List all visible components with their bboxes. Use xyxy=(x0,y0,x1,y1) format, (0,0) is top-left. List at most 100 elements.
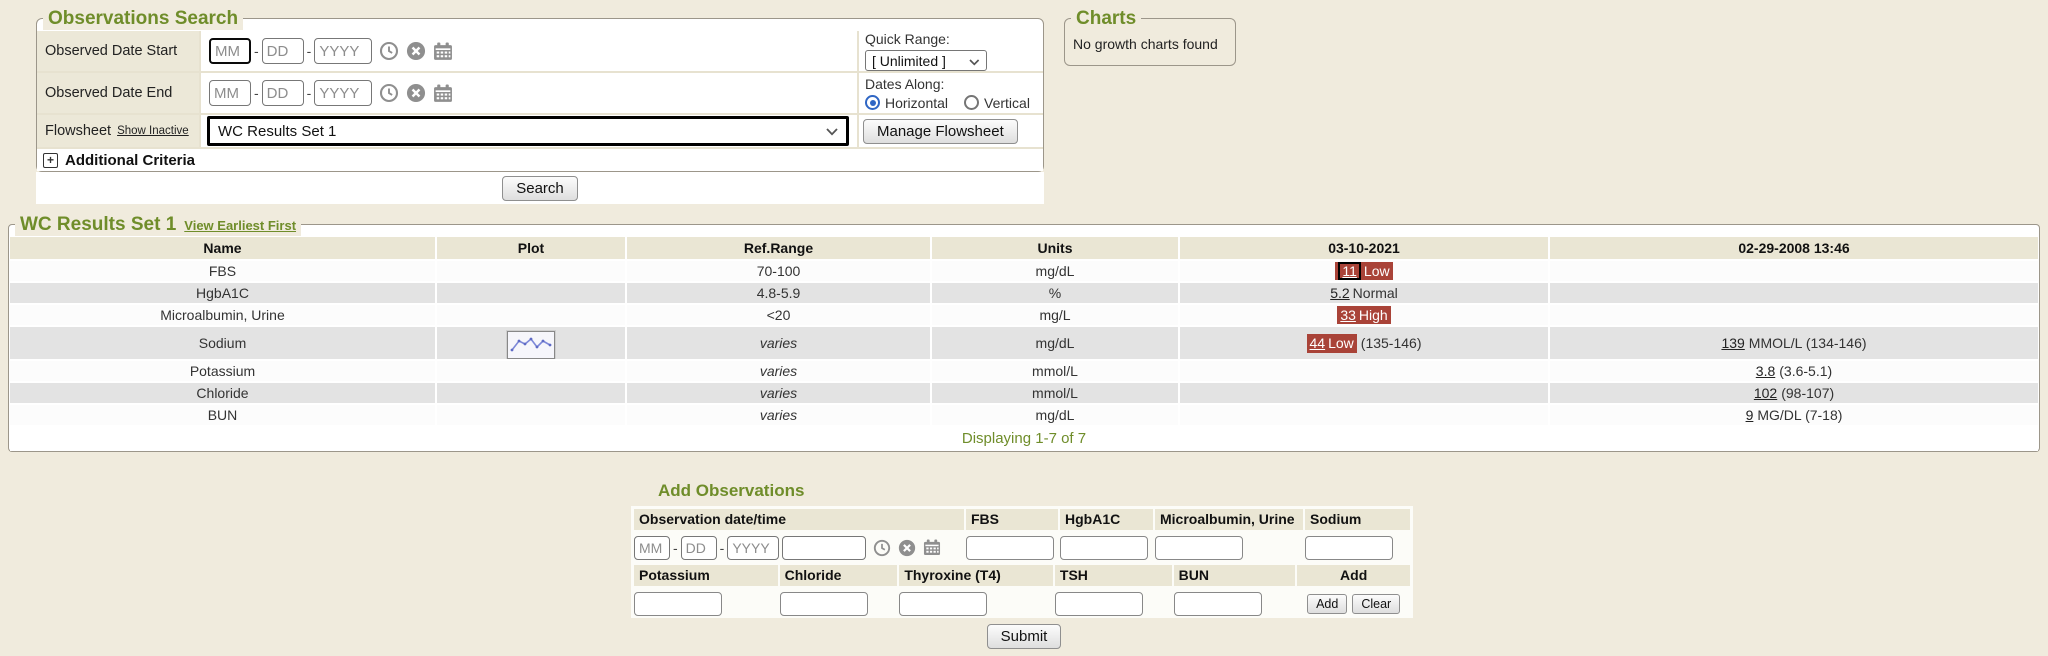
fbs-input[interactable] xyxy=(966,536,1054,560)
value-link[interactable]: 33 xyxy=(1340,307,1356,323)
radio-vertical-button[interactable] xyxy=(964,95,979,110)
additional-criteria-label: Additional Criteria xyxy=(65,152,195,169)
date-separator: - xyxy=(307,43,312,59)
value-cell-date1 xyxy=(1180,383,1548,403)
header-thyroxine: Thyroxine (T4) xyxy=(899,565,1053,586)
range-suffix: MG/DL (7-18) xyxy=(1757,407,1842,423)
bun-input[interactable] xyxy=(1174,592,1262,616)
ref-range: varies xyxy=(627,405,930,425)
add-day-input[interactable] xyxy=(681,536,717,560)
observation-name: FBS xyxy=(10,261,435,281)
add-clear-buttons-cell: Add Clear xyxy=(1297,594,1410,614)
quick-range-select[interactable]: [ Unlimited ] xyxy=(865,50,987,71)
plus-box-icon[interactable] xyxy=(43,153,58,168)
flowsheet-select[interactable]: WC Results Set 1 xyxy=(207,116,849,146)
add-clear-x-circle-icon[interactable] xyxy=(898,539,916,557)
ref-range: varies xyxy=(627,361,930,381)
flowsheet-select-value: WC Results Set 1 xyxy=(218,123,336,140)
observation-datetime-inputs: - - xyxy=(634,536,964,560)
value-link[interactable]: 3.8 xyxy=(1756,363,1775,379)
end-clear-x-circle-icon[interactable] xyxy=(406,83,426,103)
abnormal-flag: Low xyxy=(1328,335,1354,351)
add-time-clock-icon[interactable] xyxy=(873,539,891,557)
value-link[interactable]: 44 xyxy=(1310,335,1326,351)
sparkline-plot-thumbnail[interactable] xyxy=(507,331,555,359)
value-cell-date1: 5.2Normal xyxy=(1180,283,1548,303)
value-link[interactable]: 139 xyxy=(1721,335,1744,351)
value-link[interactable]: 11 xyxy=(1342,263,1357,279)
end-day-input[interactable] xyxy=(262,80,304,106)
radio-horizontal-label: Horizontal xyxy=(885,95,948,111)
units: mg/dL xyxy=(932,261,1178,281)
dates-along-label: Dates Along: xyxy=(865,76,944,92)
manage-flowsheet-button[interactable]: Manage Flowsheet xyxy=(863,119,1018,144)
chloride-input[interactable] xyxy=(780,592,868,616)
radio-vertical[interactable]: Vertical xyxy=(964,95,1030,111)
ref-range: <20 xyxy=(627,305,930,325)
view-earliest-first-link[interactable]: View Earliest First xyxy=(184,218,296,233)
chloride-input-cell xyxy=(780,592,898,616)
hgba1c-input[interactable] xyxy=(1060,536,1148,560)
start-clear-x-circle-icon[interactable] xyxy=(406,41,426,61)
ref-range: 4.8-5.9 xyxy=(627,283,930,303)
microalbumin-input[interactable] xyxy=(1155,536,1243,560)
value-link[interactable]: 9 xyxy=(1746,407,1754,423)
observation-name: Microalbumin, Urine xyxy=(10,305,435,325)
potassium-input[interactable] xyxy=(634,592,722,616)
end-time-clock-icon[interactable] xyxy=(379,83,399,103)
add-input-row-1: - - xyxy=(634,532,1410,563)
radio-horizontal-button[interactable] xyxy=(865,95,880,110)
submit-button[interactable]: Submit xyxy=(987,624,1062,649)
add-year-input[interactable] xyxy=(727,536,779,560)
value-link[interactable]: 5.2 xyxy=(1330,285,1349,301)
add-input-row-2: Add Clear xyxy=(634,588,1410,619)
abnormal-value-badge: 11Low xyxy=(1335,262,1392,280)
date-separator: - xyxy=(673,540,678,556)
thyroxine-input[interactable] xyxy=(899,592,987,616)
abnormal-flag: High xyxy=(1359,307,1388,323)
header-chloride: Chloride xyxy=(780,565,898,586)
value-cell-date1 xyxy=(1180,405,1548,425)
start-calendar-icon[interactable] xyxy=(433,42,453,61)
value-cell-date2: 102(98-107) xyxy=(1550,383,2038,403)
start-time-clock-icon[interactable] xyxy=(379,41,399,61)
microalbumin-input-cell xyxy=(1155,536,1303,560)
units: % xyxy=(932,283,1178,303)
header-observation-datetime: Observation date/time xyxy=(634,509,964,530)
add-month-input[interactable] xyxy=(634,536,670,560)
value-link[interactable]: 102 xyxy=(1754,385,1777,401)
dates-along-radios: Horizontal Vertical xyxy=(865,95,1030,111)
start-month-input[interactable] xyxy=(209,38,251,64)
radio-horizontal[interactable]: Horizontal xyxy=(865,95,948,111)
flowsheet-label: Flowsheet xyxy=(45,123,111,139)
header-fbs: FBS xyxy=(966,509,1058,530)
sodium-input[interactable] xyxy=(1305,536,1393,560)
end-year-input[interactable] xyxy=(314,80,372,106)
add-observations-panel: Observation date/time FBS HgbA1C Microal… xyxy=(631,506,1413,618)
clear-button[interactable]: Clear xyxy=(1352,594,1400,614)
end-month-input[interactable] xyxy=(209,80,251,106)
plot-cell xyxy=(437,405,625,425)
add-button[interactable]: Add xyxy=(1307,594,1347,614)
show-inactive-link[interactable]: Show Inactive xyxy=(117,125,189,137)
additional-criteria-toggle[interactable]: Additional Criteria xyxy=(43,152,195,169)
header-microalbumin: Microalbumin, Urine xyxy=(1155,509,1303,530)
additional-criteria-row: Additional Criteria xyxy=(37,149,1043,171)
value-cell-date2: 139MMOL/L (134-146) xyxy=(1550,327,2038,359)
add-calendar-icon[interactable] xyxy=(923,539,941,556)
tsh-input[interactable] xyxy=(1055,592,1143,616)
start-year-input[interactable] xyxy=(314,38,372,64)
observed-date-start-label: Observed Date Start xyxy=(37,31,199,71)
range-suffix: (3.6-5.1) xyxy=(1779,363,1832,379)
quick-range-value: [ Unlimited ] xyxy=(872,53,946,69)
start-day-input[interactable] xyxy=(262,38,304,64)
value-cell-date2 xyxy=(1550,283,2038,303)
add-time-input[interactable] xyxy=(782,536,866,560)
pagination-status: Displaying 1-7 of 7 xyxy=(10,427,2038,451)
units: mmol/L xyxy=(932,383,1178,403)
results-legend: WC Results Set 1View Earliest First xyxy=(15,214,301,236)
observations-search-grid: Observed Date Start - - xyxy=(37,31,1043,171)
search-button[interactable]: Search xyxy=(502,176,578,201)
end-calendar-icon[interactable] xyxy=(433,84,453,103)
plot-cell xyxy=(437,305,625,325)
